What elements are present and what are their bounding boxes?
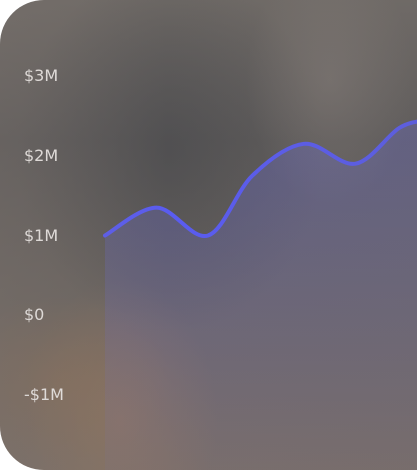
plot-area: [103, 119, 417, 470]
series-area-fill: [105, 121, 417, 470]
chart-card: $3M $2M $1M $0 -$1M: [0, 0, 417, 470]
